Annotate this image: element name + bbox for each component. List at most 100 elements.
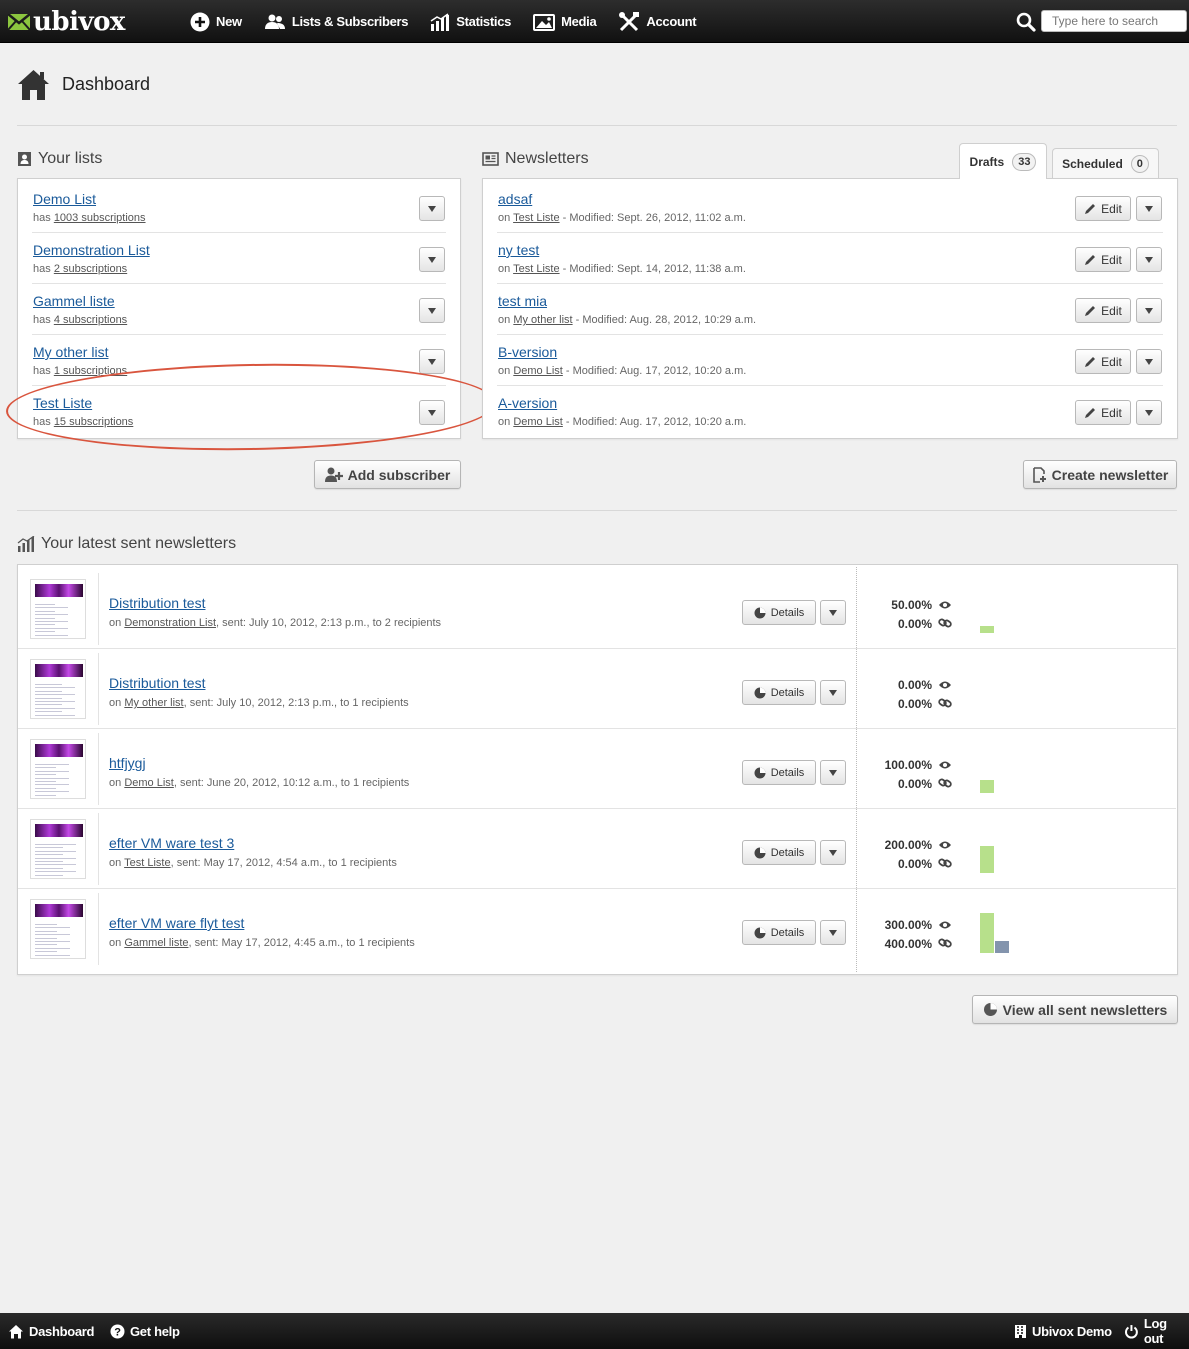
sent-list-link[interactable]: Demonstration List <box>124 617 216 629</box>
sent-list-link[interactable]: Demo List <box>124 777 174 789</box>
thumbnail-separator <box>98 813 99 885</box>
list-name-link[interactable]: Demo List <box>33 191 96 207</box>
sent-newsletter-meta: on Demonstration List, sent: July 10, 20… <box>109 617 442 629</box>
sent-list-link[interactable]: My other list <box>124 697 183 709</box>
click-rate: 0.00% <box>897 777 932 791</box>
nav-new-label: New <box>216 14 242 29</box>
list-dropdown-button[interactable] <box>419 400 445 425</box>
open-rate: 300.00% <box>884 918 932 932</box>
list-dropdown-button[interactable] <box>419 196 445 221</box>
subscriptions-link[interactable]: 1003 subscriptions <box>54 212 146 224</box>
nav-lists-label: Lists & Subscribers <box>291 14 409 29</box>
details-button[interactable]: Details <box>742 840 816 865</box>
eye-icon <box>939 681 951 689</box>
newsletter-name-link[interactable]: test mia <box>498 293 547 309</box>
newsletter-name-link[interactable]: ny test <box>498 242 539 258</box>
search-input[interactable] <box>1041 10 1187 32</box>
list-name-link[interactable]: Gammel liste <box>33 293 115 309</box>
sent-newsletter-link[interactable]: efter VM ware flyt test <box>109 915 244 931</box>
footer-account-link[interactable]: Ubivox Demo <box>1014 1313 1112 1349</box>
subscriptions-link[interactable]: 2 subscriptions <box>54 263 127 275</box>
newsletter-thumbnail[interactable] <box>30 739 86 799</box>
sent-newsletter-link[interactable]: efter VM ware test 3 <box>109 835 234 851</box>
sent-newsletter-link[interactable]: Distribution test <box>109 595 205 611</box>
list-dropdown-button[interactable] <box>419 349 445 374</box>
newsletter-name-link[interactable]: B-version <box>498 344 557 360</box>
details-button[interactable]: Details <box>742 600 816 625</box>
create-newsletter-label: Create newsletter <box>1051 466 1169 483</box>
view-all-sent-button[interactable]: View all sent newsletters <box>972 995 1178 1024</box>
list-name-link[interactable]: Demonstration List <box>33 242 150 258</box>
edit-button[interactable]: Edit <box>1075 298 1131 323</box>
users-icon <box>264 14 285 29</box>
newsletter-thumbnail[interactable] <box>30 659 86 719</box>
newsletter-list-link[interactable]: Demo List <box>513 365 563 377</box>
link-icon <box>938 778 952 788</box>
tab-scheduled-label: Scheduled <box>1062 156 1123 171</box>
sent-dropdown-button[interactable] <box>820 760 846 785</box>
newsletter-name-link[interactable]: A-version <box>498 395 557 411</box>
details-button[interactable]: Details <box>742 760 816 785</box>
newsletter-list-link[interactable]: Test Liste <box>513 212 559 224</box>
newsletter-dropdown-button[interactable] <box>1136 247 1162 272</box>
sent-newsletter-link[interactable]: Distribution test <box>109 675 205 691</box>
newsletter-list-link[interactable]: My other list <box>513 314 572 326</box>
list-dropdown-button[interactable] <box>419 298 445 323</box>
add-subscriber-button[interactable]: Add subscriber <box>314 460 461 489</box>
nav-account[interactable]: Account <box>618 11 697 32</box>
footer-dashboard-link[interactable]: Dashboard <box>8 1313 95 1349</box>
sent-list-link[interactable]: Gammel liste <box>124 937 188 949</box>
nav-media[interactable]: Media <box>533 13 597 31</box>
edit-button[interactable]: Edit <box>1075 196 1131 221</box>
tab-drafts[interactable]: Drafts 33 <box>959 143 1047 179</box>
edit-button[interactable]: Edit <box>1075 400 1131 425</box>
click-rate: 0.00% <box>897 617 932 631</box>
sent-dropdown-button[interactable] <box>820 920 846 945</box>
newsletter-list-link[interactable]: Demo List <box>513 416 563 428</box>
nav-new[interactable]: New <box>190 12 242 32</box>
link-icon <box>938 938 952 948</box>
sent-newsletter-link[interactable]: htfjygj <box>109 755 146 771</box>
sent-newsletter-row: efter VM ware test 3 on Test Liste, sent:… <box>18 809 1176 889</box>
newsletter-thumbnail[interactable] <box>30 819 86 879</box>
open-rate: 100.00% <box>884 758 932 772</box>
sent-dropdown-button[interactable] <box>820 680 846 705</box>
pencil-icon <box>1085 356 1096 367</box>
edit-button[interactable]: Edit <box>1075 247 1131 272</box>
newsletter-dropdown-button[interactable] <box>1136 298 1162 323</box>
newsletter-name-link[interactable]: adsaf <box>498 191 532 207</box>
sent-dropdown-button[interactable] <box>820 600 846 625</box>
list-name-link[interactable]: Test Liste <box>33 395 92 411</box>
newsletter-thumbnail[interactable] <box>30 899 86 959</box>
search-icon[interactable] <box>1016 12 1036 32</box>
tab-scheduled[interactable]: Scheduled 0 <box>1052 148 1159 178</box>
sent-list-link[interactable]: Test Liste <box>124 857 170 869</box>
subscriptions-link[interactable]: 1 subscriptions <box>54 365 127 377</box>
sent-dropdown-button[interactable] <box>820 840 846 865</box>
nav-lists-subscribers[interactable]: Lists & Subscribers <box>264 14 409 30</box>
subscriptions-link[interactable]: 4 subscriptions <box>54 314 127 326</box>
list-dropdown-button[interactable] <box>419 247 445 272</box>
edit-button[interactable]: Edit <box>1075 349 1131 374</box>
list-item: Demo List has 1003 subscriptions <box>32 182 446 233</box>
your-lists-heading: Your lists <box>17 150 102 168</box>
nav-statistics[interactable]: Statistics <box>430 12 511 31</box>
logo[interactable]: ubivox <box>8 7 125 37</box>
sent-newsletters-heading: Your latest sent newsletters <box>17 535 236 553</box>
list-subscriptions: has 15 subscriptions <box>33 416 134 428</box>
create-newsletter-button[interactable]: Create newsletter <box>1023 460 1177 489</box>
newsletter-dropdown-button[interactable] <box>1136 349 1162 374</box>
details-button[interactable]: Details <box>742 920 816 945</box>
click-rate-bar <box>995 941 1009 953</box>
details-button[interactable]: Details <box>742 680 816 705</box>
list-name-link[interactable]: My other list <box>33 344 108 360</box>
newsletter-list-link[interactable]: Test Liste <box>513 263 559 275</box>
newsletter-dropdown-button[interactable] <box>1136 196 1162 221</box>
footer-help-link[interactable]: ? Get help <box>110 1313 180 1349</box>
newsletter-item: adsaf on Test Liste - Modified: Sept. 26… <box>497 182 1163 233</box>
footer-logout-link[interactable]: Log out <box>1124 1313 1189 1349</box>
newsletter-dropdown-button[interactable] <box>1136 400 1162 425</box>
subscriptions-link[interactable]: 15 subscriptions <box>54 416 134 428</box>
footer-bar: Dashboard ? Get help Ubivox Demo Log out <box>0 1313 1189 1349</box>
newsletter-thumbnail[interactable] <box>30 579 86 639</box>
